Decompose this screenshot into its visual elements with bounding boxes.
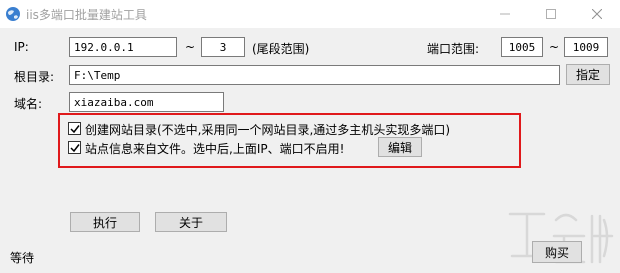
ip-end-input[interactable]	[201, 37, 245, 57]
maximize-button[interactable]	[528, 0, 574, 28]
port-end-input[interactable]	[564, 37, 608, 57]
buy-button[interactable]: 购买	[532, 241, 582, 263]
edit-button[interactable]: 编辑	[378, 137, 422, 157]
run-button[interactable]: 执行	[70, 212, 140, 232]
port-range-label: 端口范围:	[427, 42, 480, 56]
status-text: 等待	[10, 251, 35, 265]
ip-start-input[interactable]	[69, 37, 177, 57]
ip-range-hint: (尾段范围)	[252, 42, 310, 56]
maximize-icon	[546, 9, 556, 19]
create-dir-checkbox[interactable]	[68, 122, 81, 135]
port-range-tilde: ~	[549, 40, 560, 54]
title-bar: iis多端口批量建站工具	[0, 0, 620, 28]
check-icon	[69, 143, 80, 152]
close-icon	[592, 9, 602, 19]
about-button[interactable]: 关于	[155, 212, 227, 232]
check-icon	[69, 124, 80, 133]
root-dir-input[interactable]	[69, 65, 560, 85]
minimize-icon	[500, 13, 510, 15]
domain-label: 域名:	[14, 97, 43, 111]
create-dir-label[interactable]: 创建网站目录(不选中,采用同一个网站目录,通过多主机头实现多端口)	[85, 121, 450, 138]
ip-label: IP:	[14, 40, 29, 54]
domain-input[interactable]	[69, 92, 224, 112]
app-window: iis多端口批量建站工具 IP: ~ (尾段范围) 端口范围: ~ 根目录: 指…	[0, 0, 620, 273]
minimize-button[interactable]	[482, 0, 528, 28]
window-title: iis多端口批量建站工具	[26, 8, 147, 22]
port-start-input[interactable]	[501, 37, 543, 57]
from-file-label[interactable]: 站点信息来自文件。选中后,上面IP、端口不启用!	[85, 140, 344, 157]
close-button[interactable]	[574, 0, 620, 28]
root-dir-label: 根目录:	[14, 70, 55, 84]
globe-icon	[5, 6, 21, 22]
browse-button[interactable]: 指定	[566, 64, 610, 85]
from-file-checkbox[interactable]	[68, 141, 81, 154]
ip-range-tilde: ~	[185, 40, 196, 54]
